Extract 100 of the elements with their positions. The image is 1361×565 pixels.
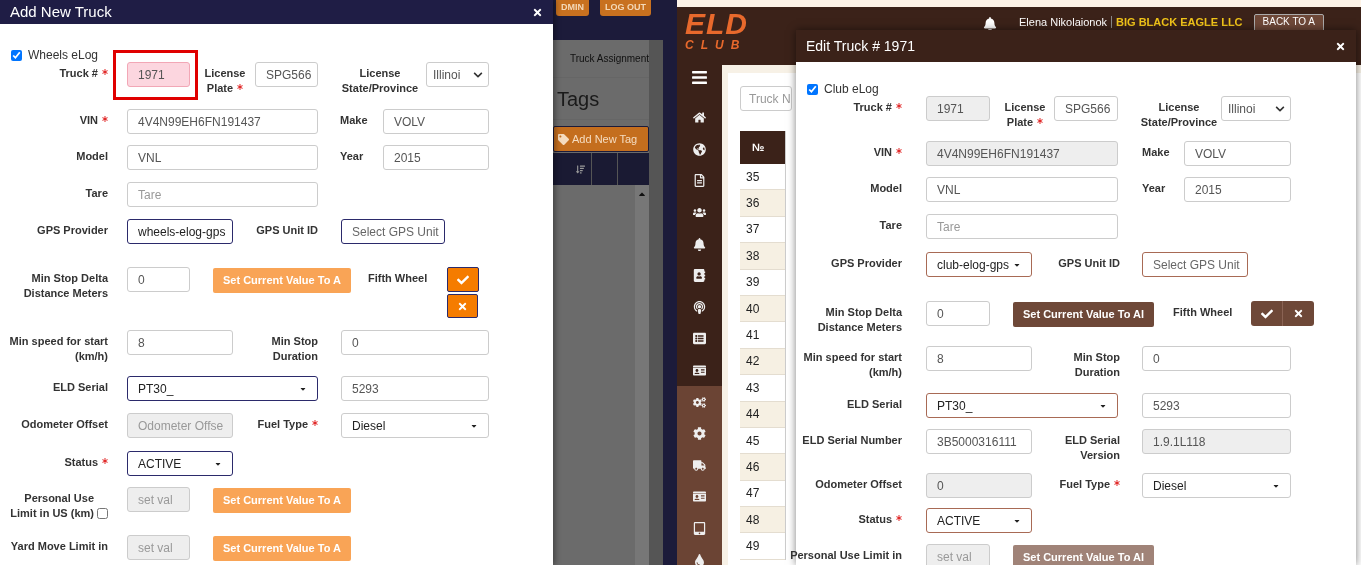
field-label: Odometer Offset xyxy=(815,478,902,490)
field-label: Truck # xyxy=(853,101,892,113)
text-field[interactable]: 4V4N99EH6FN191437 xyxy=(127,109,318,134)
gears-icon[interactable] xyxy=(693,395,706,409)
tab-label[interactable]: Truck Assignment xyxy=(569,51,649,66)
text-field[interactable]: 0 xyxy=(341,330,489,355)
field-label: ELD Serial Version xyxy=(1064,434,1120,461)
dropdown[interactable]: PT30_ xyxy=(926,393,1118,418)
company-name: BIG BLACK EAGLE LLC xyxy=(1116,16,1243,28)
table-cell: 40 xyxy=(740,295,785,323)
text-field[interactable]: VOLV xyxy=(383,109,489,134)
dropdown[interactable]: Select GPS Unit xyxy=(341,219,445,244)
field-label: Model xyxy=(76,150,108,162)
field-label: Min Stop Delta Distance Meters xyxy=(23,272,108,299)
text-field[interactable]: 0 xyxy=(127,267,190,292)
globe-icon[interactable] xyxy=(693,142,706,156)
user-name[interactable]: Elena Nikolaionok xyxy=(1019,16,1113,28)
dropdown[interactable]: ACTIVE xyxy=(127,451,233,476)
sort-icon[interactable] xyxy=(576,164,585,174)
field-label: License Plate xyxy=(204,67,246,94)
broadcast-icon[interactable] xyxy=(693,300,706,314)
dropdown[interactable]: wheels-elog-gps xyxy=(127,219,233,244)
dropdown[interactable]: club-elog-gps xyxy=(926,252,1032,277)
select-field[interactable]: Illinoi xyxy=(426,62,489,87)
select-field[interactable]: Illinoi xyxy=(1221,96,1291,121)
field-label: VIN xyxy=(873,146,892,158)
tag-icon xyxy=(558,133,569,145)
dropdown[interactable]: Diesel xyxy=(1142,473,1291,498)
checkbox-label: Wheels eLog xyxy=(28,47,99,64)
close-icon[interactable] xyxy=(1335,40,1346,52)
close-icon xyxy=(456,300,468,312)
field-label: License State/Province xyxy=(341,67,419,94)
set-value-button[interactable]: Set Current Value To Al xyxy=(1013,301,1155,327)
menu-icon[interactable] xyxy=(691,69,708,86)
text-field[interactable]: VNL xyxy=(127,145,318,170)
field-label: Year xyxy=(1142,182,1166,194)
modal-title: Add New Truck xyxy=(10,1,112,22)
scrollbar-track[interactable] xyxy=(635,185,649,565)
text-field[interactable]: VOLV xyxy=(1184,141,1291,166)
checkbox[interactable] xyxy=(97,508,108,519)
dropdown[interactable]: PT30_ xyxy=(127,376,318,401)
text-field[interactable]: 2015 xyxy=(1184,177,1291,202)
text-field[interactable]: 8 xyxy=(926,346,1032,371)
cross-button[interactable] xyxy=(446,294,478,318)
field-label: License Plate xyxy=(1004,101,1046,128)
tablet-icon[interactable] xyxy=(693,522,706,535)
settings-icon[interactable] xyxy=(693,427,706,441)
column-header[interactable]: № xyxy=(740,131,785,164)
text-field[interactable]: 2015 xyxy=(383,145,489,170)
contact-card-icon[interactable] xyxy=(693,269,706,283)
field-label: Fifth Wheel xyxy=(367,272,428,284)
checkbox-label: Club eLog xyxy=(824,81,879,98)
dropdown[interactable]: ACTIVE xyxy=(926,508,1032,533)
text-field[interactable]: 0 xyxy=(1142,346,1291,371)
text-field[interactable]: VNL xyxy=(926,177,1118,202)
field-label: Fuel Type xyxy=(1059,478,1110,490)
logo[interactable]: ELD CLUB xyxy=(685,9,748,51)
field-label: Model xyxy=(870,182,902,194)
field-label: Truck # xyxy=(59,67,98,79)
dropdown[interactable]: Select GPS Unit xyxy=(1142,252,1248,277)
checkbox[interactable] xyxy=(807,83,818,95)
text-field[interactable]: 5293 xyxy=(1142,393,1291,418)
field-label: Min Stop Duration xyxy=(1073,351,1120,378)
id-card-icon[interactable] xyxy=(693,490,706,504)
field-label: Personal Use Limit in US (km) xyxy=(9,491,94,521)
text-field[interactable]: SPG566 xyxy=(255,62,318,87)
checkbox[interactable] xyxy=(11,49,22,61)
text-field[interactable]: 0 xyxy=(926,301,990,326)
section-heading: Tags xyxy=(557,86,600,112)
field-label: ELD Serial xyxy=(846,398,902,410)
check-icon xyxy=(456,273,469,286)
text-field[interactable]: 3B5000316111 xyxy=(926,429,1032,454)
field-label: Yard Move Limit in xyxy=(10,540,108,552)
text-field[interactable]: 1971 xyxy=(127,62,190,87)
home-icon[interactable] xyxy=(693,111,706,125)
field-label: Odometer Offset xyxy=(21,418,108,430)
field-label: Make xyxy=(1142,146,1170,158)
field-label: GPS Provider xyxy=(37,224,108,236)
field-label: GPS Unit ID xyxy=(256,224,318,236)
text-field[interactable]: SPG566 xyxy=(1054,96,1118,121)
users-icon[interactable] xyxy=(693,206,706,220)
close-icon[interactable] xyxy=(532,6,543,18)
droplet-icon[interactable] xyxy=(693,553,706,565)
text-field[interactable]: 8 xyxy=(127,330,233,355)
bell-icon[interactable] xyxy=(983,17,997,31)
id-card-icon[interactable] xyxy=(693,364,706,378)
list-icon[interactable] xyxy=(693,332,706,346)
text-field[interactable]: 5293 xyxy=(341,376,489,401)
field-label: Min speed for start (km/h) xyxy=(803,351,902,378)
table-cell: 48 xyxy=(740,507,785,534)
check-button[interactable] xyxy=(446,267,479,292)
dropdown[interactable]: Diesel xyxy=(341,413,489,438)
modal-title: Edit Truck # 1971 xyxy=(806,36,915,56)
document-icon[interactable] xyxy=(693,174,706,188)
chevron-icon xyxy=(473,69,483,80)
close-icon xyxy=(1293,308,1305,319)
field-label: Min Stop Delta Distance Meters xyxy=(817,306,902,333)
truck-icon[interactable] xyxy=(693,458,706,472)
bell-icon[interactable] xyxy=(693,237,706,251)
field-label: VIN xyxy=(79,114,98,126)
